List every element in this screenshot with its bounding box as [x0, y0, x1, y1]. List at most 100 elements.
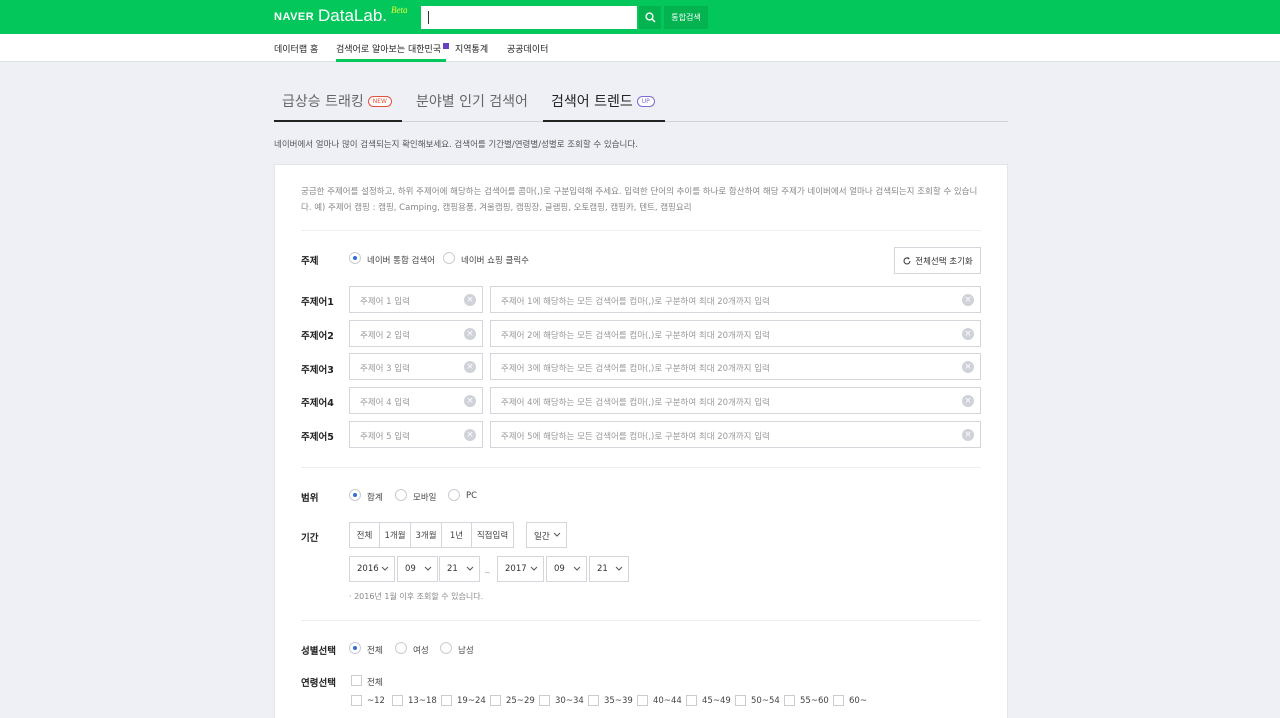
keyword-2-terms-input[interactable]: 주제어 2에 해당하는 모든 검색어를 컴마(,)로 구분하여 최대 20개까지…	[490, 320, 981, 347]
keyword-5-topic-input[interactable]: 주제어 5 입력 ×	[349, 421, 483, 448]
radio-naver-search[interactable]	[349, 252, 361, 264]
chevron-down-icon	[466, 566, 474, 571]
radio-gender-female[interactable]	[395, 642, 407, 654]
nav-datalab-home[interactable]: 데이터랩 홈	[274, 42, 318, 55]
age-checkbox[interactable]	[735, 695, 746, 706]
total-search-button[interactable]: 통합검색	[664, 6, 708, 29]
clear-icon[interactable]: ×	[464, 294, 476, 306]
start-day-value: 21	[447, 564, 458, 574]
naver-logo[interactable]: NAVER	[274, 11, 314, 23]
age-option-label: 30~34	[555, 696, 584, 706]
date-range-separator: ~	[484, 568, 491, 577]
radio-naver-search-label: 네이버 통합 검색어	[367, 256, 435, 266]
period-all-button[interactable]: 전체	[349, 522, 380, 548]
keyword-4-topic-input[interactable]: 주제어 4 입력 ×	[349, 387, 483, 414]
clear-icon[interactable]: ×	[962, 294, 974, 306]
age-checkbox[interactable]	[833, 695, 844, 706]
keyword-1-topic-input[interactable]: 주제어 1 입력 ×	[349, 286, 483, 313]
radio-naver-shopping[interactable]	[443, 252, 455, 264]
age-checkbox[interactable]	[686, 695, 697, 706]
clear-icon[interactable]: ×	[464, 361, 476, 373]
age-option-label: 60~	[849, 696, 867, 706]
period-custom-button[interactable]: 직접입력	[471, 522, 514, 548]
age-label: 연령선택	[301, 678, 336, 689]
clear-icon[interactable]: ×	[962, 429, 974, 441]
new-pill-badge: NEW	[367, 96, 392, 107]
end-year-value: 2017	[505, 564, 527, 574]
search-input[interactable]	[421, 6, 637, 29]
age-option-label: 40~44	[653, 696, 682, 706]
age-checkbox[interactable]	[784, 695, 795, 706]
radio-naver-shopping-label: 네이버 쇼핑 클릭수	[461, 256, 529, 266]
keyword-5-terms-input[interactable]: 주제어 5에 해당하는 모든 검색어를 컴마(,)로 구분하여 최대 20개까지…	[490, 421, 981, 448]
tab-label: 검색어 트렌드	[551, 94, 633, 110]
age-checkbox[interactable]	[351, 695, 362, 706]
nav-public-data[interactable]: 공공데이터	[507, 42, 548, 55]
keyword-3-topic-input[interactable]: 주제어 3 입력 ×	[349, 353, 483, 380]
end-day-select[interactable]: 21	[589, 556, 629, 582]
clear-icon[interactable]: ×	[962, 328, 974, 340]
divider	[301, 467, 981, 468]
up-pill-badge: UP	[636, 96, 655, 107]
start-year-value: 2016	[357, 564, 379, 574]
placeholder: 주제어 5에 해당하는 모든 검색어를 컴마(,)로 구분하여 최대 20개까지…	[501, 432, 770, 442]
end-year-select[interactable]: 2017	[497, 556, 544, 582]
keyword-3-label: 주제어3	[301, 365, 334, 376]
keyword-3-terms-input[interactable]: 주제어 3에 해당하는 모든 검색어를 컴마(,)로 구분하여 최대 20개까지…	[490, 353, 981, 380]
age-option-label: 35~39	[604, 696, 633, 706]
period-label: 기간	[301, 533, 319, 544]
start-month-select[interactable]: 09	[397, 556, 438, 582]
reset-all-button[interactable]: 전체선택 초기화	[894, 247, 981, 274]
keyword-2-label: 주제어2	[301, 331, 334, 342]
active-tab-underline	[543, 120, 665, 122]
interval-select[interactable]: 일간	[526, 522, 567, 548]
nav-search-korea[interactable]: 검색어로 알아보는 대한민국	[336, 42, 450, 55]
age-option-label: 50~54	[751, 696, 780, 706]
keyword-4-terms-input[interactable]: 주제어 4에 해당하는 모든 검색어를 컴마(,)로 구분하여 최대 20개까지…	[490, 387, 981, 414]
placeholder: 주제어 1 입력	[360, 297, 410, 307]
clear-icon[interactable]: ×	[962, 395, 974, 407]
age-checkbox[interactable]	[490, 695, 501, 706]
clear-icon[interactable]: ×	[962, 361, 974, 373]
radio-range-total-label: 합계	[367, 493, 383, 503]
keyword-1-label: 주제어1	[301, 297, 334, 308]
placeholder: 주제어 1에 해당하는 모든 검색어를 컴마(,)로 구분하여 최대 20개까지…	[501, 297, 770, 307]
start-year-select[interactable]: 2016	[349, 556, 395, 582]
radio-range-mobile[interactable]	[395, 489, 407, 501]
radio-range-total[interactable]	[349, 489, 361, 501]
age-option-label: 55~60	[800, 696, 829, 706]
clear-icon[interactable]: ×	[464, 328, 476, 340]
age-checkbox[interactable]	[588, 695, 599, 706]
end-month-value: 09	[554, 564, 565, 574]
tab-popular-by-category[interactable]: 분야별 인기 검색어	[416, 91, 528, 111]
chevron-down-icon	[530, 566, 538, 571]
radio-range-pc[interactable]	[448, 489, 460, 501]
end-month-select[interactable]: 09	[546, 556, 587, 582]
interval-value: 일간	[534, 532, 550, 542]
age-checkbox[interactable]	[441, 695, 452, 706]
age-checkbox[interactable]	[392, 695, 403, 706]
radio-gender-all[interactable]	[349, 642, 361, 654]
radio-gender-male[interactable]	[440, 642, 452, 654]
age-checkbox[interactable]	[539, 695, 550, 706]
clear-icon[interactable]: ×	[464, 395, 476, 407]
placeholder: 주제어 3에 해당하는 모든 검색어를 컴마(,)로 구분하여 최대 20개까지…	[501, 364, 770, 374]
clear-icon[interactable]: ×	[464, 429, 476, 441]
gender-label: 성별선택	[301, 646, 336, 657]
age-all-label: 전체	[367, 678, 383, 688]
new-badge-icon	[443, 43, 450, 49]
tab-rising-tracking[interactable]: 급상승 트래킹 NEW	[282, 91, 392, 111]
nav-regional-stats[interactable]: 지역통계	[455, 42, 488, 55]
age-checkbox[interactable]	[637, 695, 648, 706]
tab-search-trend[interactable]: 검색어 트렌드 UP	[551, 91, 655, 111]
period-3month-button[interactable]: 3개월	[410, 522, 442, 548]
period-1year-button[interactable]: 1년	[441, 522, 472, 548]
placeholder: 주제어 3 입력	[360, 364, 410, 374]
period-1month-button[interactable]: 1개월	[379, 522, 411, 548]
start-day-select[interactable]: 21	[439, 556, 480, 582]
search-button[interactable]	[639, 6, 661, 29]
keyword-1-terms-input[interactable]: 주제어 1에 해당하는 모든 검색어를 컴마(,)로 구분하여 최대 20개까지…	[490, 286, 981, 313]
keyword-2-topic-input[interactable]: 주제어 2 입력 ×	[349, 320, 483, 347]
age-all-checkbox[interactable]	[351, 675, 362, 686]
datalab-logo[interactable]: DataLab.	[318, 6, 387, 26]
